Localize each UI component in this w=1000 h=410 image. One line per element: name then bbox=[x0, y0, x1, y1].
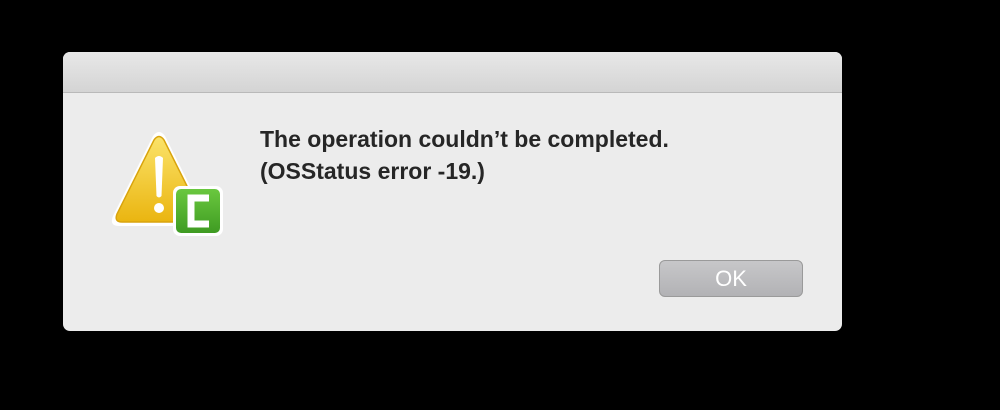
ok-button[interactable]: OK bbox=[659, 260, 803, 297]
camtasia-app-icon bbox=[173, 186, 223, 236]
warning-triangle-icon bbox=[111, 132, 223, 236]
alert-message-line-2: (OSStatus error -19.) bbox=[260, 158, 485, 184]
alert-message: The operation couldn’t be completed. (OS… bbox=[260, 123, 800, 187]
alert-message-line-1: The operation couldn’t be completed. bbox=[260, 126, 669, 152]
dialog-title-bar[interactable] bbox=[63, 52, 842, 93]
alert-dialog: The operation couldn’t be completed. (OS… bbox=[63, 52, 842, 331]
alert-icon-group bbox=[109, 130, 225, 240]
